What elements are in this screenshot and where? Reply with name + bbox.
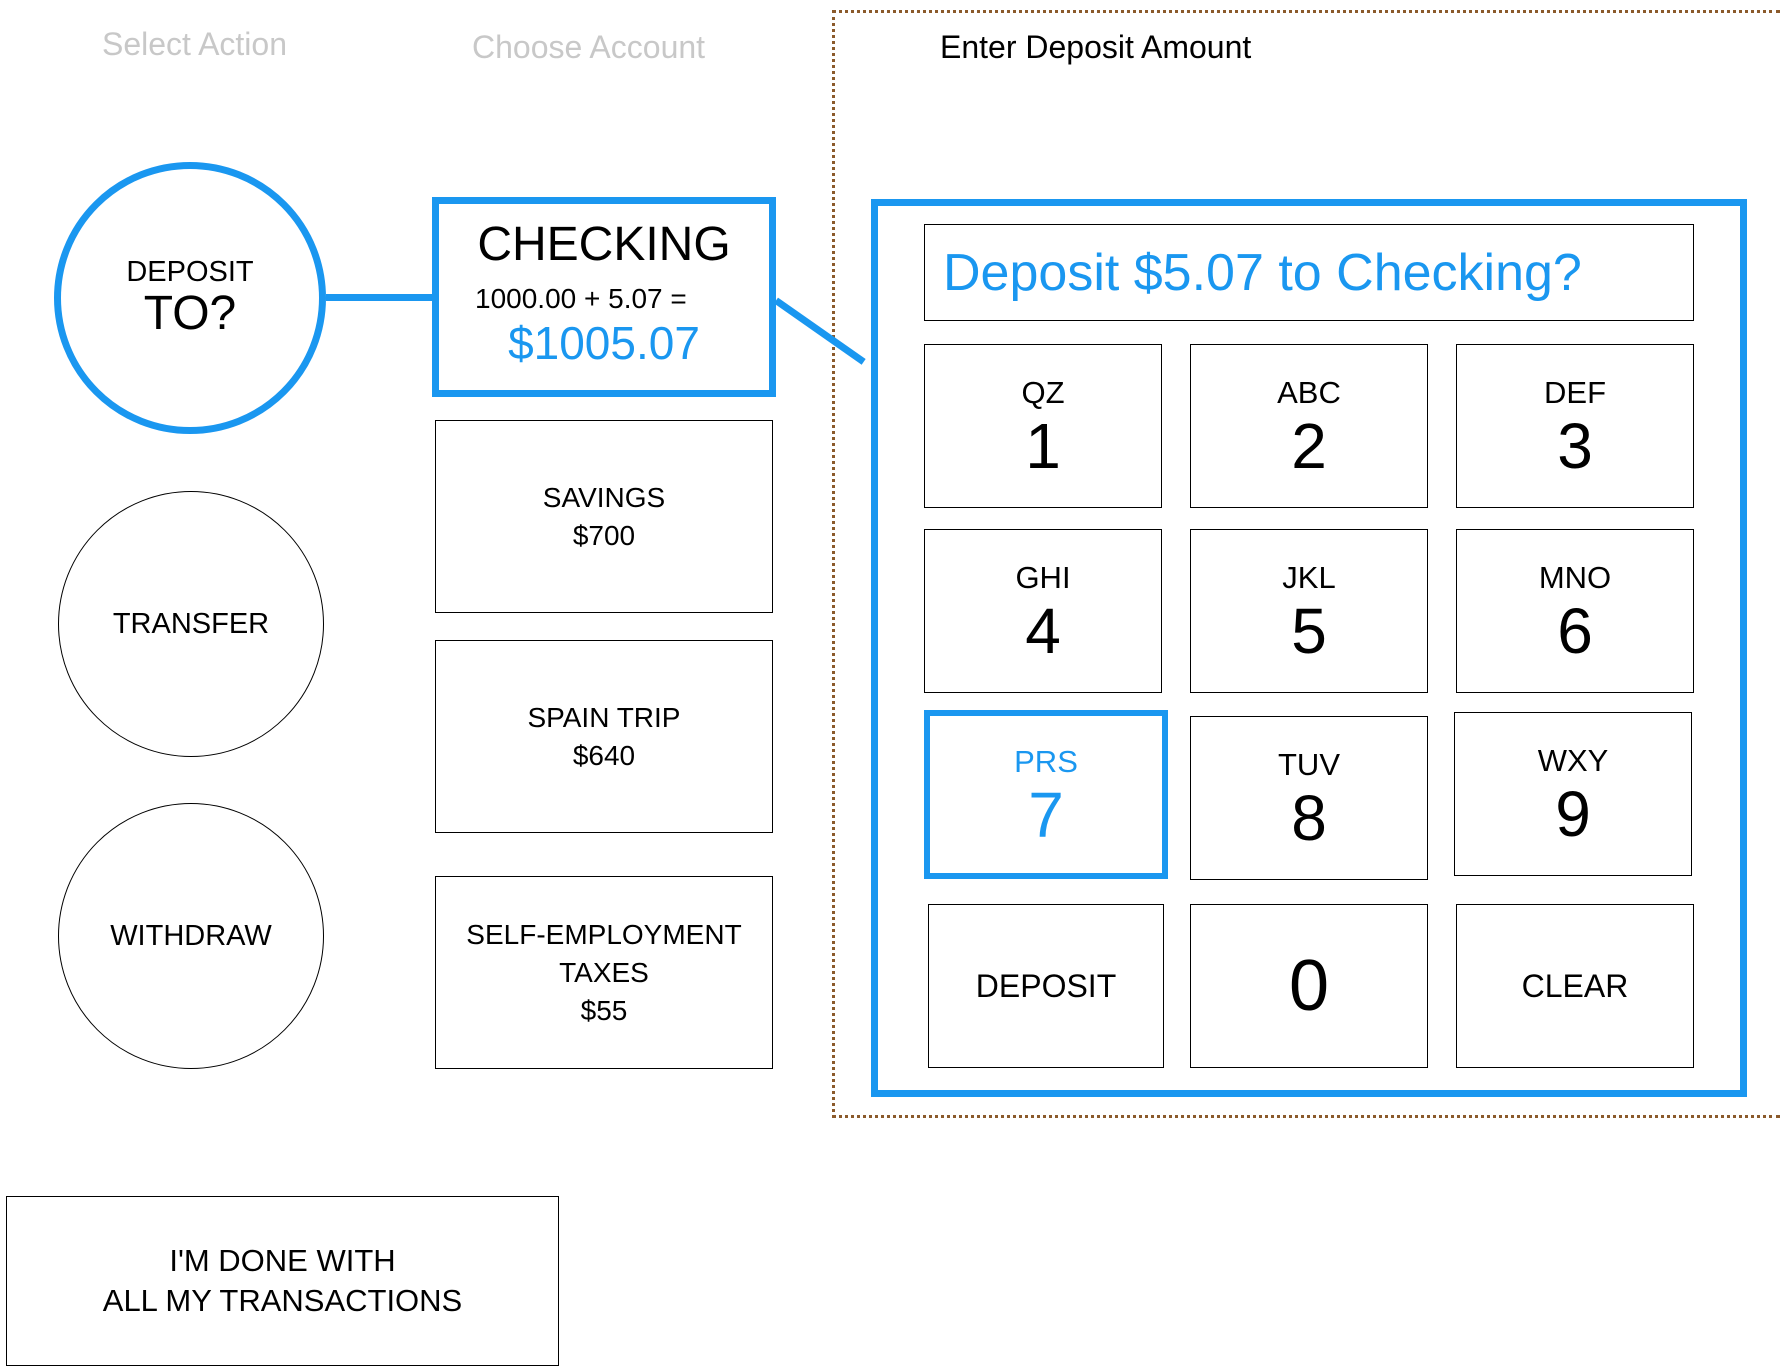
key-2[interactable]: ABC 2 bbox=[1190, 344, 1428, 508]
key-4-digit: 4 bbox=[1025, 595, 1061, 667]
key-6-digit: 6 bbox=[1557, 595, 1593, 667]
key-5-letters: JKL bbox=[1282, 560, 1336, 595]
key-1[interactable]: QZ 1 bbox=[924, 344, 1162, 508]
done-line-2: ALL MY TRANSACTIONS bbox=[102, 1283, 463, 1318]
self-employment-name-line2: TAXES bbox=[559, 956, 649, 988]
account-spain-trip[interactable]: SPAIN TRIP $640 bbox=[435, 640, 773, 833]
transfer-label: TRANSFER bbox=[112, 607, 270, 640]
amount-display: Deposit $5.07 to Checking? bbox=[924, 224, 1694, 321]
spain-trip-name: SPAIN TRIP bbox=[527, 701, 681, 733]
key-1-digit: 1 bbox=[1025, 410, 1061, 482]
step-choose-account: Choose Account bbox=[472, 29, 706, 65]
checking-total: $1005.07 bbox=[508, 317, 700, 369]
key-5[interactable]: JKL 5 bbox=[1190, 529, 1428, 693]
checking-name: CHECKING bbox=[477, 218, 731, 271]
key-8-letters: TUV bbox=[1278, 747, 1340, 782]
key-2-digit: 2 bbox=[1291, 410, 1327, 482]
account-self-employment-taxes[interactable]: SELF-EMPLOYMENT TAXES $55 bbox=[435, 876, 773, 1069]
key-6[interactable]: MNO 6 bbox=[1456, 529, 1694, 693]
key-5-digit: 5 bbox=[1291, 595, 1327, 667]
key-8[interactable]: TUV 8 bbox=[1190, 716, 1428, 880]
key-2-letters: ABC bbox=[1277, 375, 1341, 410]
key-0[interactable]: 0 bbox=[1190, 904, 1428, 1068]
deposit-action-button[interactable]: DEPOSIT TO? bbox=[54, 162, 326, 434]
deposit-label: DEPOSIT bbox=[126, 256, 254, 289]
deposit-submit-label: DEPOSIT bbox=[975, 967, 1117, 1004]
key-9-letters: WXY bbox=[1537, 743, 1609, 778]
key-9[interactable]: WXY 9 bbox=[1454, 712, 1692, 876]
step-select-action: Select Action bbox=[102, 26, 287, 62]
key-3[interactable]: DEF 3 bbox=[1456, 344, 1694, 508]
self-employment-name-line1: SELF-EMPLOYMENT bbox=[466, 918, 742, 950]
savings-balance: $700 bbox=[572, 519, 636, 551]
savings-name: SAVINGS bbox=[542, 481, 666, 513]
spain-trip-balance: $640 bbox=[572, 739, 636, 771]
account-checking[interactable]: CHECKING 1000.00 + 5.07 = $1005.07 bbox=[432, 197, 776, 397]
connector-action-to-account bbox=[326, 294, 432, 301]
self-employment-balance: $55 bbox=[580, 994, 628, 1026]
key-4-letters: GHI bbox=[1015, 560, 1071, 595]
deposit-sub-label: TO? bbox=[143, 287, 237, 341]
transfer-action-button[interactable]: TRANSFER bbox=[58, 491, 324, 757]
withdraw-label: WITHDRAW bbox=[110, 919, 272, 952]
key-7-digit: 7 bbox=[1028, 778, 1064, 851]
withdraw-action-button[interactable]: WITHDRAW bbox=[58, 803, 324, 1069]
key-3-letters: DEF bbox=[1544, 375, 1606, 410]
account-savings[interactable]: SAVINGS $700 bbox=[435, 420, 773, 613]
done-line-1: I'M DONE WITH bbox=[169, 1243, 396, 1278]
key-6-letters: MNO bbox=[1538, 560, 1612, 595]
clear-button[interactable]: CLEAR bbox=[1456, 904, 1694, 1068]
key-3-digit: 3 bbox=[1557, 410, 1593, 482]
key-8-digit: 8 bbox=[1291, 782, 1327, 854]
key-4[interactable]: GHI 4 bbox=[924, 529, 1162, 693]
key-9-digit: 9 bbox=[1555, 778, 1591, 850]
done-transactions-button[interactable]: I'M DONE WITH ALL MY TRANSACTIONS bbox=[6, 1196, 559, 1366]
checking-equation: 1000.00 + 5.07 = bbox=[475, 283, 687, 314]
clear-label: CLEAR bbox=[1521, 967, 1629, 1004]
key-7-letters: PRS bbox=[1014, 743, 1078, 779]
key-0-digit: 0 bbox=[1288, 946, 1330, 1026]
deposit-submit-button[interactable]: DEPOSIT bbox=[928, 904, 1164, 1068]
key-1-letters: QZ bbox=[1021, 375, 1065, 410]
key-7[interactable]: PRS 7 bbox=[924, 710, 1168, 879]
